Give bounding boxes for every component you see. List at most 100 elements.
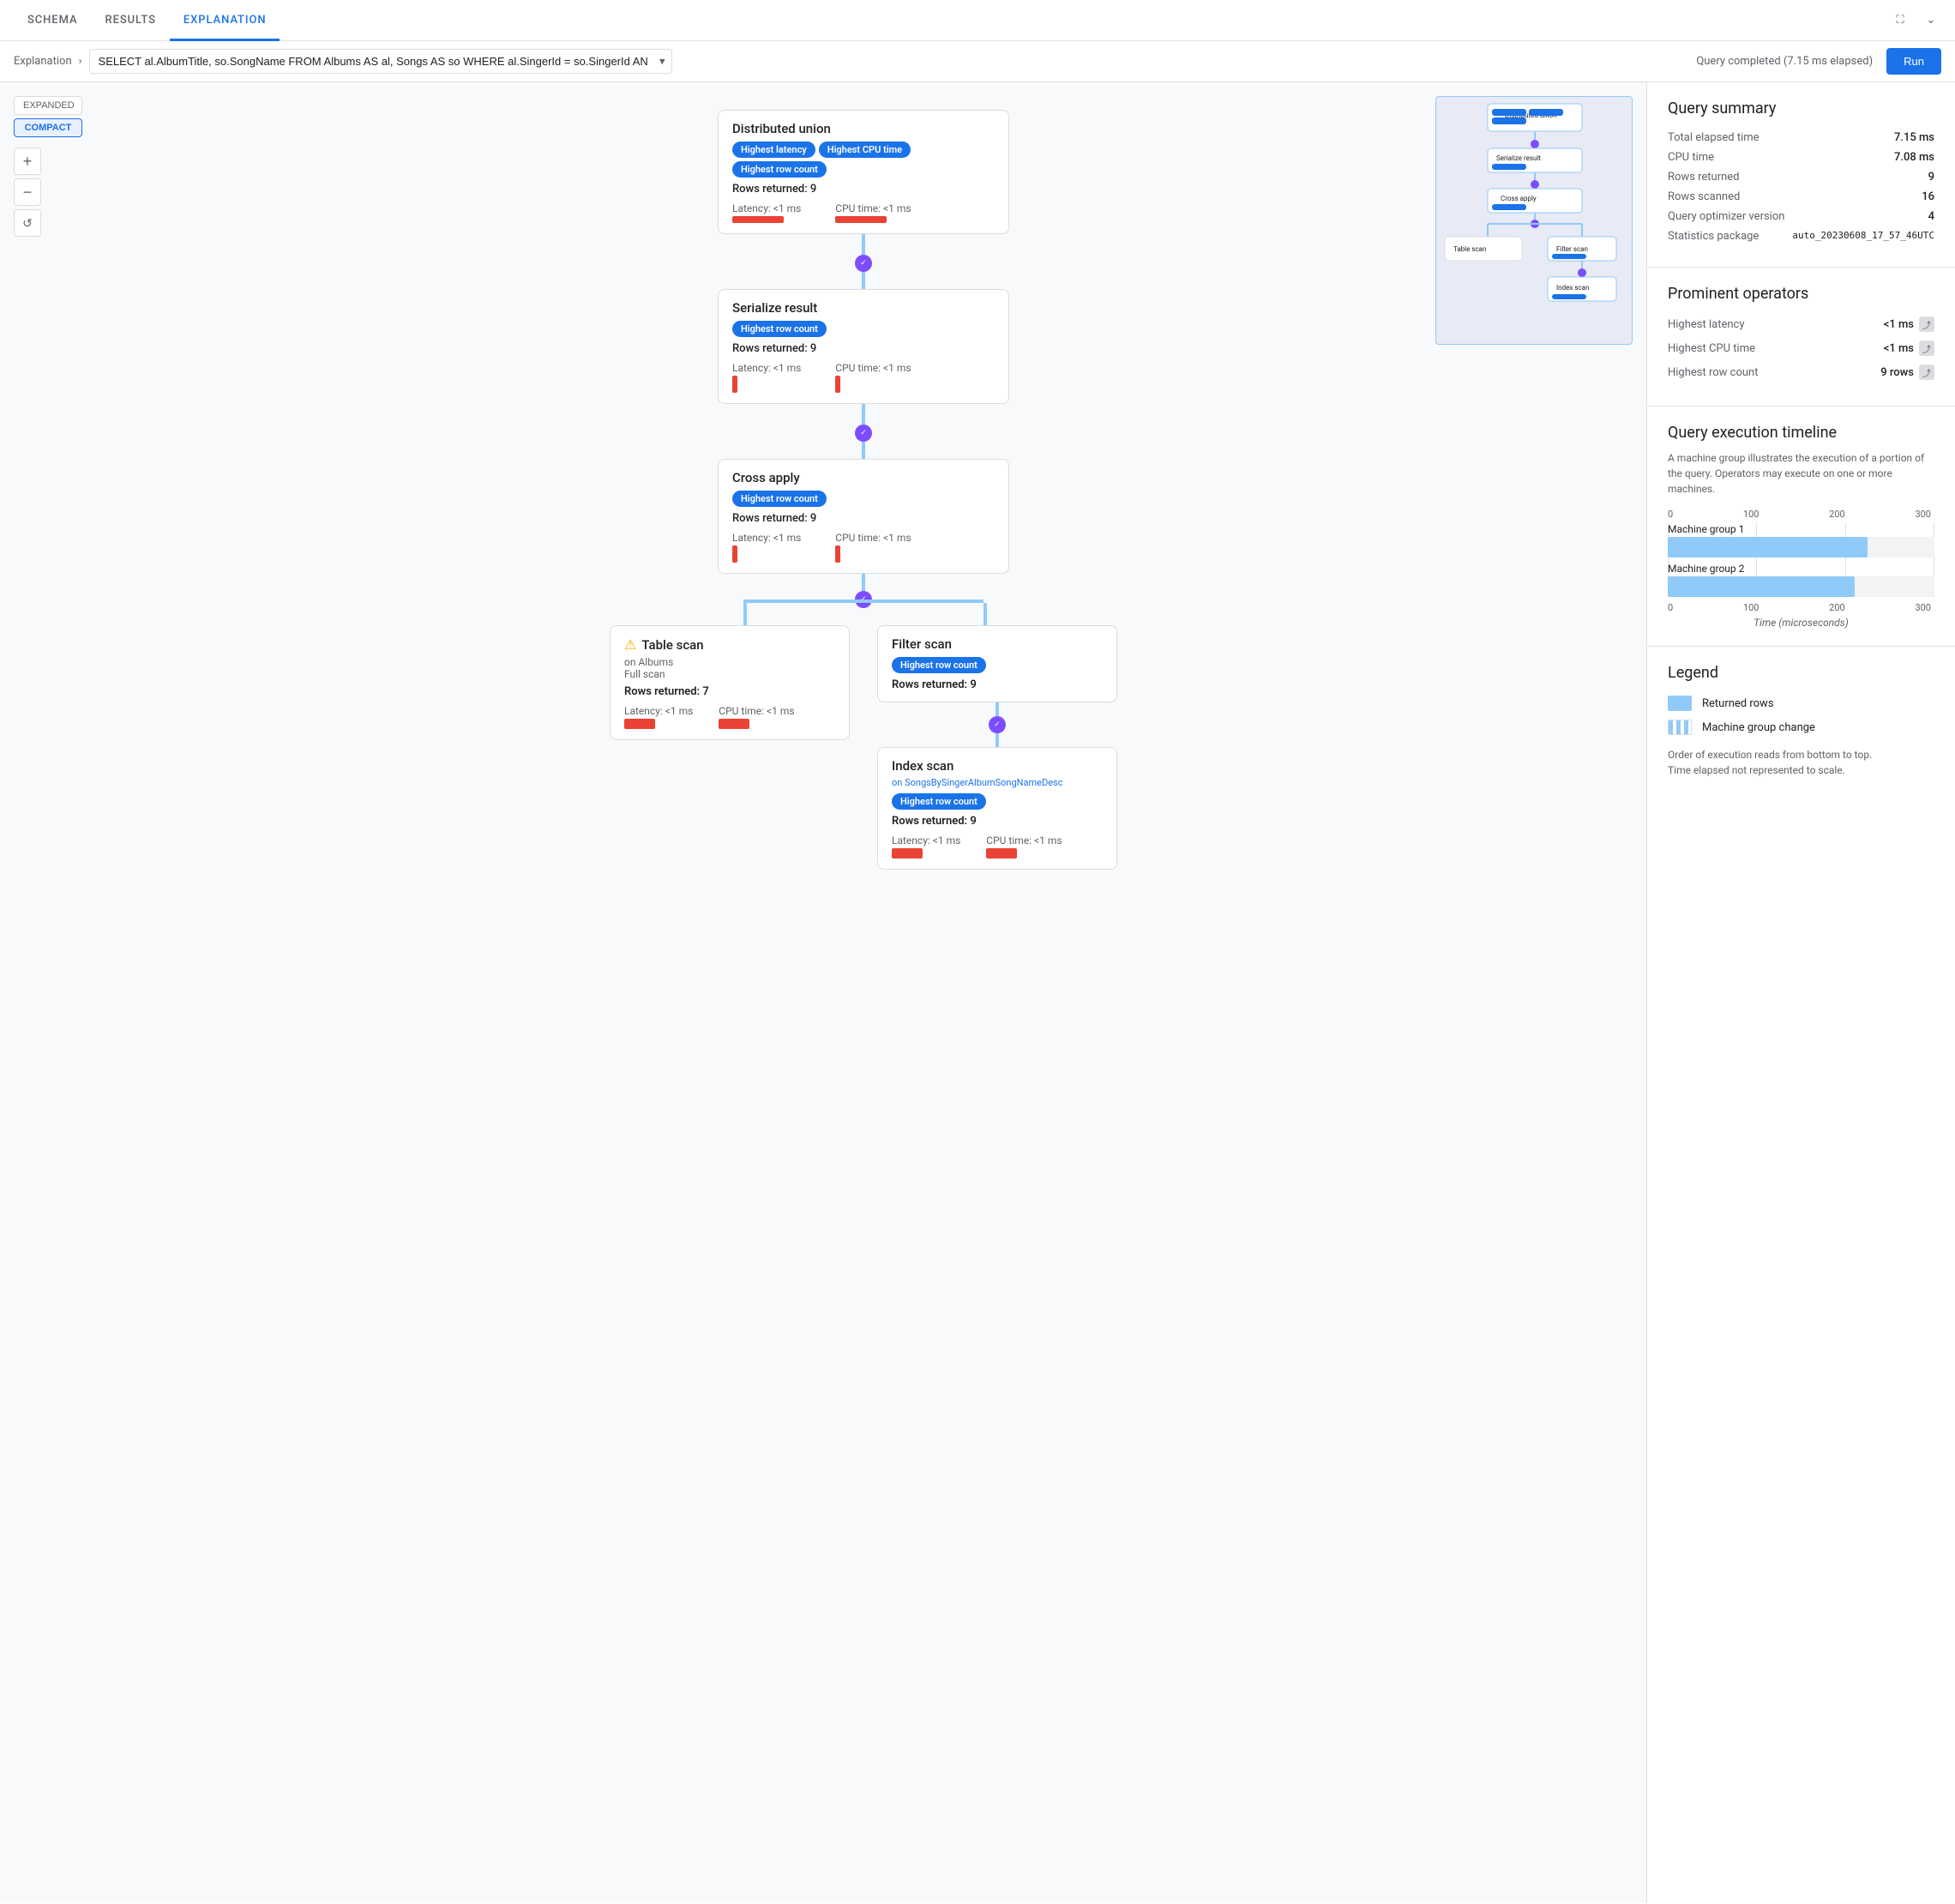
tag-highest-cpu: Highest CPU time — [819, 142, 911, 158]
sr-title: Serialize result — [732, 300, 995, 316]
qs-row-3: Rows scanned 16 — [1668, 190, 1934, 203]
sr-latency-bar — [732, 376, 737, 393]
mg2-bar-bg — [1668, 576, 1934, 597]
svg-text:Serialize result: Serialize result — [1496, 154, 1541, 162]
mg1-bar-bg — [1668, 537, 1934, 557]
zoom-out-btn[interactable]: − — [14, 178, 41, 206]
zoom-reset-btn[interactable]: ↺ — [14, 209, 41, 237]
tab-schema[interactable]: SCHEMA — [14, 0, 92, 41]
po-row-0: Highest latency <1 ms ⤴ — [1668, 316, 1934, 332]
zoom-in-btn[interactable]: + — [14, 148, 41, 175]
po-key-0: Highest latency — [1668, 318, 1884, 331]
distributed-union-card: Distributed union Highest latency Highes… — [718, 110, 1009, 234]
qs-row-0: Total elapsed time 7.15 ms — [1668, 131, 1934, 144]
ca-cpu-label: CPU time: <1 ms — [835, 532, 911, 544]
tag-highest-row-sr: Highest row count — [732, 321, 827, 337]
sr-cpu-label: CPU time: <1 ms — [835, 362, 911, 374]
svg-text:Filter scan: Filter scan — [1556, 245, 1588, 253]
timeline-title: Query execution timeline — [1668, 424, 1934, 442]
po-row-2: Highest row count 9 rows ⤴ — [1668, 365, 1934, 380]
po-val-0: <1 ms — [1884, 318, 1914, 331]
po-row-1: Highest CPU time <1 ms ⤴ — [1668, 340, 1934, 356]
ts-cpu-label: CPU time: <1 ms — [719, 705, 794, 717]
run-button[interactable]: Run — [1886, 48, 1941, 75]
prominent-ops-title: Prominent operators — [1668, 285, 1934, 303]
connector-node-1: ✓ — [855, 255, 872, 272]
legend-swatch-0 — [1668, 696, 1692, 711]
svg-text:Table scan: Table scan — [1453, 245, 1486, 253]
timeline-description: A machine group illustrates the executio… — [1668, 450, 1934, 497]
ts-on: on Albums — [624, 656, 835, 668]
po-val-2: 9 rows — [1880, 366, 1914, 379]
sr-rows: Rows returned: 9 — [732, 342, 995, 355]
qs-val-3: 16 — [1922, 190, 1934, 203]
ts-type: Full scan — [624, 668, 835, 680]
query-summary-title: Query summary — [1668, 99, 1934, 117]
ca-title: Cross apply — [732, 470, 995, 485]
diagram-scroll[interactable]: Distributed union Highest latency Highes… — [0, 82, 1646, 1903]
is-cpu-label: CPU time: <1 ms — [986, 835, 1062, 847]
filter-index-col: Filter scan Highest row count Rows retur… — [877, 625, 1117, 870]
qs-key-3: Rows scanned — [1668, 190, 1740, 203]
breadcrumb-arrow: › — [79, 55, 82, 68]
is-cpu-bar — [986, 848, 1017, 859]
qs-row-2: Rows returned 9 — [1668, 171, 1934, 184]
ca-rows: Rows returned: 9 — [732, 512, 995, 525]
mg1-bar-fill — [1668, 537, 1868, 557]
legend-label-0: Returned rows — [1702, 697, 1774, 710]
link-icon-1[interactable]: ⤴ — [1919, 340, 1934, 356]
expanded-btn[interactable]: EXPANDED — [14, 96, 82, 115]
is-title: Index scan — [892, 758, 1103, 774]
svg-text:Index scan: Index scan — [1556, 284, 1589, 292]
qs-val-5: auto_20230608_17_57_46UTC — [1792, 230, 1934, 243]
po-key-2: Highest row count — [1668, 366, 1880, 379]
serialize-result-card: Serialize result Highest row count Rows … — [718, 289, 1009, 404]
expand-icon[interactable]: ⌄ — [1921, 10, 1941, 31]
timeline-bar-mg2: Machine group 2 — [1668, 563, 1934, 597]
tab-results[interactable]: RESULTS — [92, 0, 170, 41]
qs-row-4: Query optimizer version 4 — [1668, 210, 1934, 223]
ca-latency-bar — [732, 545, 737, 563]
mg2-bar-fill — [1668, 576, 1855, 597]
qs-val-2: 9 — [1928, 171, 1934, 184]
mg1-label: Machine group 1 — [1668, 523, 1934, 535]
mg2-label: Machine group 2 — [1668, 563, 1934, 575]
query-select-wrap[interactable]: SELECT al.AlbumTitle, so.SongName FROM A… — [89, 49, 672, 74]
du-rows: Rows returned: 9 — [732, 183, 995, 196]
compact-btn[interactable]: COMPACT — [14, 118, 82, 137]
qs-row-5: Statistics package auto_20230608_17_57_4… — [1668, 230, 1934, 243]
table-scan-card: ⚠ Table scan on Albums Full scan Rows re… — [610, 625, 850, 740]
link-icon-0[interactable]: ⤴ — [1919, 316, 1934, 332]
qs-val-1: 7.08 ms — [1894, 151, 1934, 164]
filter-scan-card: Filter scan Highest row count Rows retur… — [877, 625, 1117, 702]
right-panel: Query summary Total elapsed time 7.15 ms… — [1646, 82, 1955, 1903]
connector-node-4: ✓ — [989, 716, 1006, 733]
diagram-panel: EXPANDED COMPACT + − ↺ Distributed union — [0, 82, 1646, 1903]
du-cpu-label: CPU time: <1 ms — [835, 202, 911, 214]
fullscreen-icon[interactable]: ⛶ — [1890, 10, 1910, 31]
is-on: on SongsBySingerAlbumSongNameDesc — [892, 777, 1103, 788]
link-icon-2[interactable]: ⤴ — [1919, 365, 1934, 380]
legend-swatch-1 — [1668, 720, 1692, 735]
ts-rows: Rows returned: 7 — [624, 685, 835, 698]
main-layout: EXPANDED COMPACT + − ↺ Distributed union — [0, 82, 1955, 1903]
legend-item-0: Returned rows — [1668, 696, 1934, 711]
tag-highest-row-du: Highest row count — [732, 161, 827, 178]
legend-note-2: Time elapsed not represented to scale. — [1668, 764, 1934, 776]
tag-highest-row-is: Highest row count — [892, 793, 986, 810]
qs-key-5: Statistics package — [1668, 230, 1759, 243]
tag-highest-row-ca: Highest row count — [732, 491, 827, 507]
timeline-axis-bottom: 0 100 200 300 — [1668, 602, 1934, 613]
ca-latency-label: Latency: <1 ms — [732, 532, 801, 544]
qs-key-0: Total elapsed time — [1668, 131, 1760, 144]
sr-cpu-bar — [835, 376, 840, 393]
legend-item-1: Machine group change — [1668, 720, 1934, 735]
distributed-union-title: Distributed union — [732, 121, 995, 136]
du-latency-label: Latency: <1 ms — [732, 202, 801, 214]
du-latency-bar — [732, 216, 784, 223]
minimap: Distributed union Serialize result Cross… — [1435, 96, 1633, 345]
top-tabs-bar: SCHEMA RESULTS EXPLANATION ⛶ ⌄ — [0, 0, 1955, 41]
query-select[interactable]: SELECT al.AlbumTitle, so.SongName FROM A… — [89, 49, 672, 74]
ts-latency-label: Latency: <1 ms — [624, 705, 693, 717]
tab-explanation[interactable]: EXPLANATION — [170, 0, 280, 41]
